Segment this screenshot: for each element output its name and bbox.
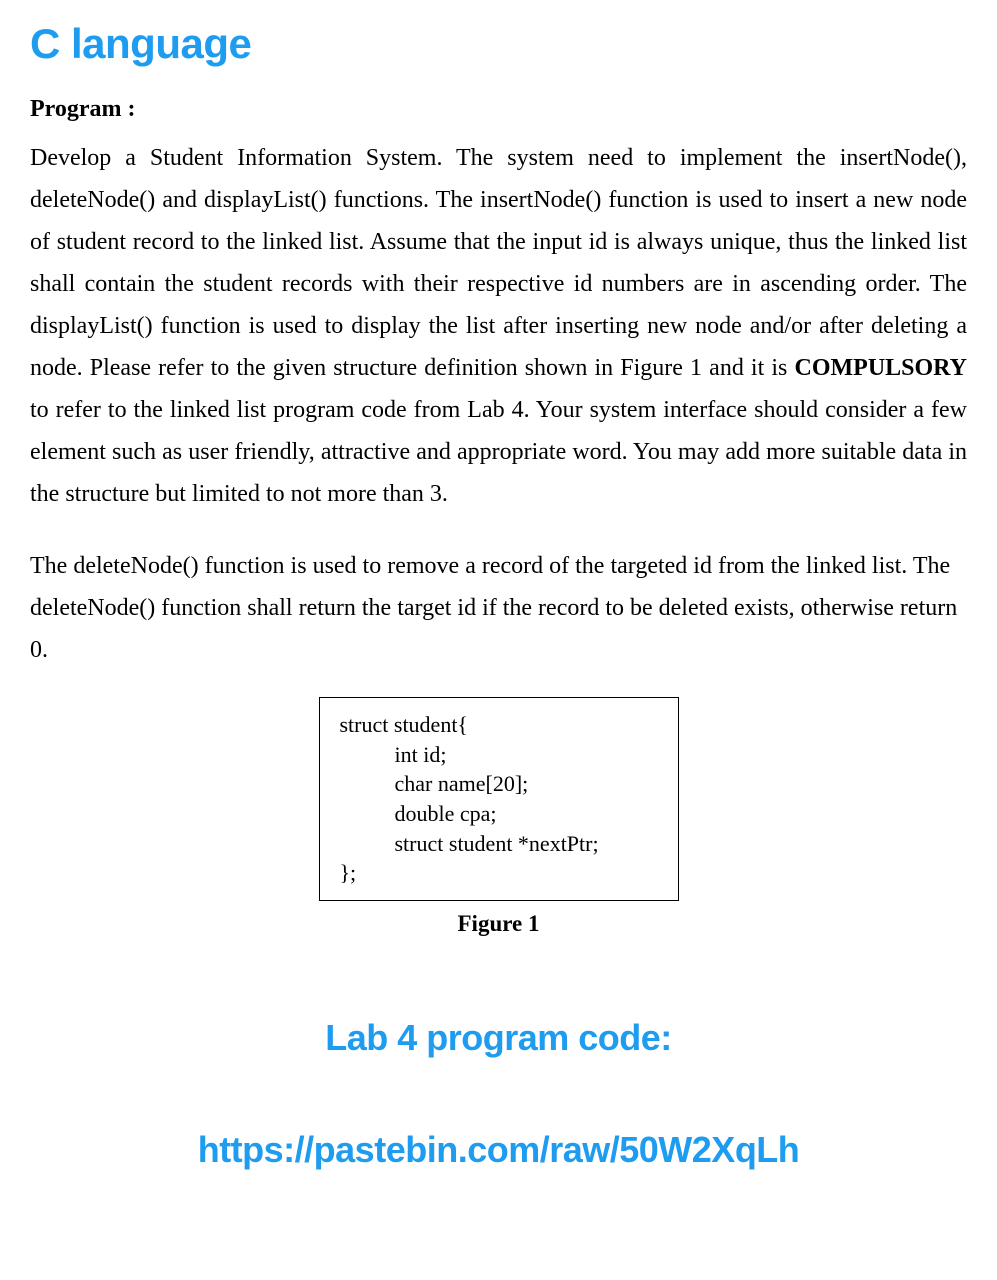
lab-section-title: Lab 4 program code:	[30, 1017, 967, 1059]
program-label: Program :	[30, 96, 967, 123]
code-line-5: struct student *nextPtr;	[340, 829, 658, 859]
paragraph-2: The deleteNode() function is used to rem…	[30, 545, 967, 671]
url-link[interactable]: https://pastebin.com/raw/50W2XqLh	[30, 1129, 967, 1171]
code-line-3: char name[20];	[340, 769, 658, 799]
code-line-1: struct student{	[340, 710, 658, 740]
code-line-6: };	[340, 858, 658, 888]
code-line-4: double cpa;	[340, 799, 658, 829]
para1-text-1: Develop a Student Information System. Th…	[30, 145, 967, 381]
code-box: struct student{ int id; char name[20]; d…	[319, 697, 679, 901]
document-title: C language	[30, 20, 967, 68]
paragraph-1: Develop a Student Information System. Th…	[30, 137, 967, 515]
para1-bold: COMPULSORY	[795, 355, 968, 381]
code-container: struct student{ int id; char name[20]; d…	[30, 697, 967, 901]
figure-caption: Figure 1	[30, 911, 967, 937]
para1-text-2: to refer to the linked list program code…	[30, 397, 967, 507]
code-line-2: int id;	[340, 740, 658, 770]
